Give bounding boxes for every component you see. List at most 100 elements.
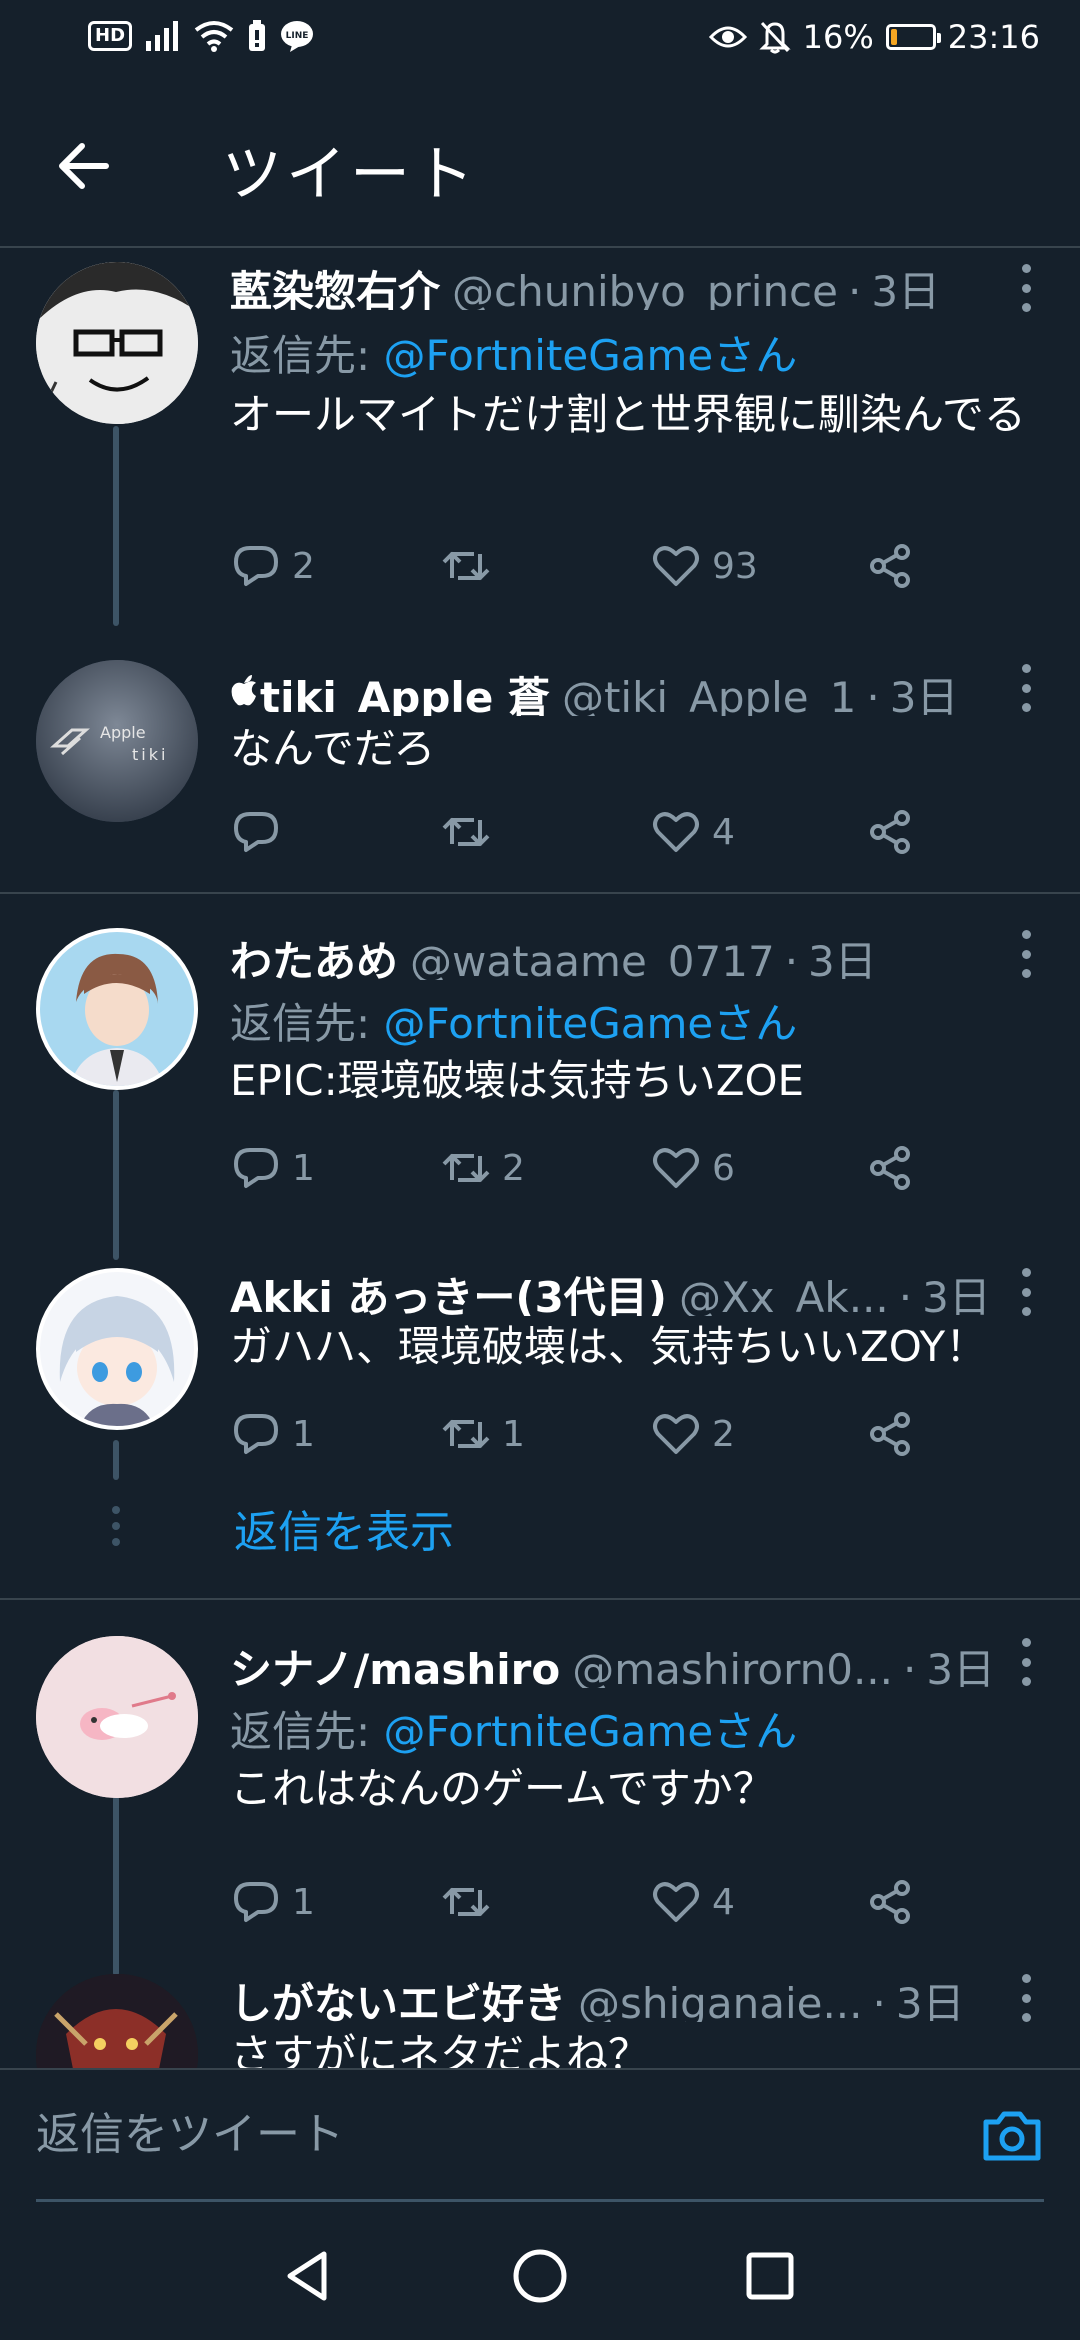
retweet-button[interactable]: 2 (440, 1138, 525, 1198)
tweet[interactable]: Akki あっきー(3代目) @Xx_Ak... · 3日 ガハハ、環境破壊は、… (0, 1260, 1080, 1600)
like-button[interactable]: 93 (650, 536, 758, 596)
back-button[interactable] (52, 134, 116, 198)
display-name[interactable]: tiki_Apple 蒼 (260, 664, 550, 716)
reply-button[interactable]: 1 (230, 1872, 315, 1932)
clock: 23:16 (947, 18, 1040, 56)
tweet[interactable]: わたあめ @wataame_0717 · 3日 返信先: @FortniteGa… (0, 910, 1080, 1260)
retweet-icon (442, 1420, 490, 1448)
share-icon (870, 1146, 910, 1190)
like-button[interactable]: 6 (650, 1138, 735, 1198)
share-button[interactable] (864, 1138, 916, 1198)
reply-button[interactable] (230, 802, 292, 862)
replying-to: 返信先: @FortniteGameさん (230, 322, 797, 383)
top-app-bar: ツイート (0, 80, 1080, 248)
retweet-icon (442, 1888, 490, 1916)
share-icon (870, 1412, 910, 1456)
like-button[interactable]: 4 (650, 802, 735, 862)
camera-button[interactable] (980, 2108, 1044, 2164)
reply-icon (234, 1882, 278, 1922)
nav-recents-icon (746, 2252, 794, 2300)
reply-button[interactable]: 1 (230, 1138, 315, 1198)
tweet[interactable]: Apple tiki tiki_Apple 蒼 @tiki_Apple_1 · 3… (0, 640, 1080, 890)
mention-link[interactable]: @FortniteGameさん (384, 999, 798, 1048)
display-name[interactable]: 藍染惣右介 (230, 258, 440, 310)
more-options-button[interactable] (1016, 664, 1036, 712)
timestamp[interactable]: 3日 (926, 1636, 995, 1688)
avatar[interactable] (36, 1636, 198, 1798)
timestamp[interactable]: 3日 (808, 928, 877, 980)
more-options-button[interactable] (1016, 1974, 1036, 2022)
share-button[interactable] (864, 1404, 916, 1464)
battery-saver-icon (249, 20, 266, 51)
reply-prefix: 返信先: (230, 999, 384, 1048)
share-button[interactable] (864, 536, 916, 596)
battery-percent: 16% (802, 18, 874, 56)
heart-icon (653, 1414, 699, 1454)
user-handle[interactable]: @tiki_Apple_1 (562, 673, 856, 716)
page-title: ツイート (222, 140, 478, 210)
user-handle[interactable]: @Xx_Ak... (679, 1273, 889, 1316)
timestamp[interactable]: 3日 (871, 258, 940, 310)
like-button[interactable]: 2 (650, 1404, 735, 1464)
separator-dot: · (898, 1273, 913, 1316)
like-count: 4 (712, 1881, 735, 1923)
avatar[interactable] (36, 262, 198, 424)
share-button[interactable] (864, 1872, 916, 1932)
mention-link[interactable]: @FortniteGameさん (384, 331, 798, 380)
heart-icon (653, 812, 699, 852)
user-handle[interactable]: @wataame_0717 (410, 937, 775, 980)
share-icon (870, 810, 910, 854)
tweet-text: EPIC:環境破壊は気持ちいZOE (230, 1056, 805, 1105)
conversation-divider (0, 892, 1080, 894)
user-handle[interactable]: @mashirorn0... (572, 1645, 893, 1688)
more-options-button[interactable] (1016, 264, 1036, 312)
timestamp[interactable]: 3日 (890, 664, 959, 716)
nav-recents-button[interactable] (740, 2246, 800, 2306)
reply-button[interactable]: 2 (230, 536, 315, 596)
reply-input[interactable] (36, 2070, 1044, 2202)
display-name[interactable]: しがないエビ好き (230, 1970, 566, 2022)
tweet-actions: 2 93 (230, 536, 930, 596)
retweet-button[interactable] (440, 1872, 502, 1932)
display-name[interactable]: Akki あっきー(3代目) (230, 1264, 667, 1316)
tweet[interactable]: シナノ/mashiro @mashirorn0... · 3日 返信先: @Fo… (0, 1616, 1080, 1976)
reply-prefix: 返信先: (230, 331, 384, 380)
avatar[interactable] (36, 1974, 198, 2068)
retweet-button[interactable] (440, 536, 502, 596)
tweet-actions: 1 2 6 (230, 1138, 930, 1198)
retweet-button[interactable] (440, 802, 502, 862)
thread-continuation-dots (109, 1506, 123, 1546)
nav-back-button[interactable] (278, 2246, 338, 2306)
timestamp[interactable]: 3日 (896, 1970, 965, 2022)
nav-home-button[interactable] (510, 2246, 570, 2306)
show-replies-link[interactable]: 返信を表示 (234, 1496, 454, 1560)
retweet-button[interactable]: 1 (440, 1404, 525, 1464)
more-options-button[interactable] (1016, 1638, 1036, 1686)
display-name[interactable]: わたあめ (230, 928, 398, 980)
tweet-actions: 1 1 2 (230, 1404, 930, 1464)
avatar[interactable] (36, 1268, 198, 1430)
tweet[interactable]: しがないエビ好き @shiganaie... · 3日 さすがにネタだよね？ (0, 1966, 1080, 2068)
display-name[interactable]: シナノ/mashiro (230, 1636, 560, 1688)
user-handle[interactable]: @shiganaie... (578, 1979, 862, 2022)
like-count: 2 (712, 1413, 735, 1455)
avatar[interactable]: Apple tiki (36, 660, 198, 822)
reply-count: 2 (292, 545, 315, 587)
timestamp[interactable]: 3日 (922, 1264, 991, 1316)
reply-button[interactable]: 1 (230, 1404, 315, 1464)
avatar[interactable] (36, 928, 198, 1090)
separator-dot: · (848, 267, 862, 310)
like-button[interactable]: 4 (650, 1872, 735, 1932)
separator-dot: · (784, 937, 799, 980)
tweet[interactable]: 藍染惣右介 @chunibyo_prince · 3日 返信先: @Fortni… (0, 250, 1080, 626)
more-options-button[interactable] (1016, 1268, 1036, 1316)
avatar-text-tiki: tiki (132, 745, 168, 764)
more-options-button[interactable] (1016, 930, 1036, 978)
share-button[interactable] (864, 802, 916, 862)
mention-link[interactable]: @FortniteGameさん (384, 1707, 798, 1756)
reply-composer (0, 2068, 1080, 2210)
user-handle[interactable]: @chunibyo_prince (452, 267, 838, 310)
nav-back-icon (287, 2251, 327, 2301)
avatar-text-apple: Apple (100, 723, 146, 742)
conversation-divider (0, 1598, 1080, 1600)
